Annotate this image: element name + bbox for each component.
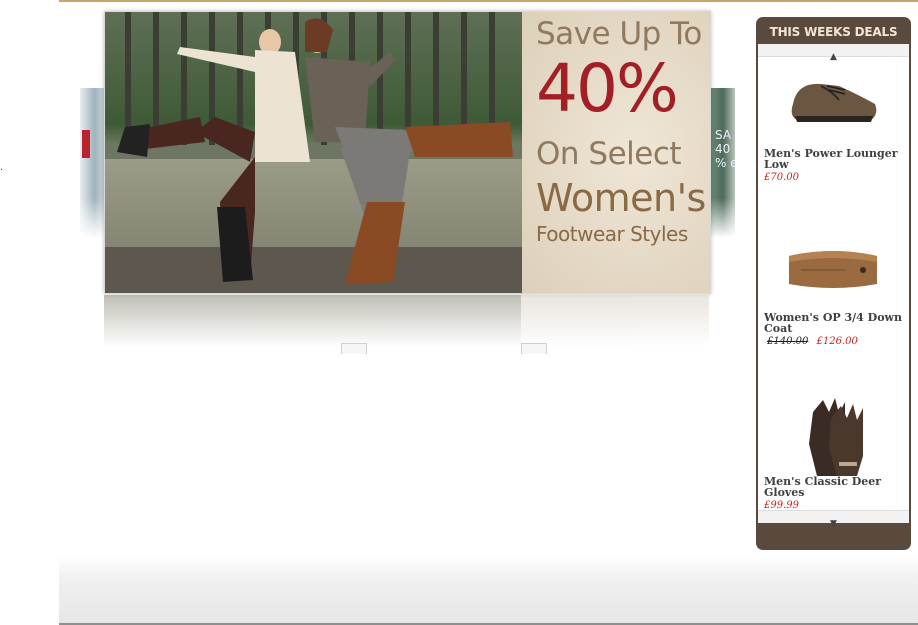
banner-line-percent: 40% <box>536 50 679 127</box>
banner-line-on-select: On Select <box>536 136 682 172</box>
deals-scroll-up-button[interactable]: ▲ <box>758 44 909 62</box>
deals-list: ▲ Men's Power Lounger Low £70.00 Women's… <box>758 44 909 529</box>
promo-carousel: SA 40 % e Save Up To 40% On Select Women… <box>80 8 735 354</box>
gloves-icon <box>809 398 863 476</box>
next-slide-thumbnail[interactable]: SA 40 % e <box>711 88 735 238</box>
shoe-icon <box>791 83 877 122</box>
deals-title: THIS WEEKS DEALS <box>769 25 898 39</box>
slide-red-accent <box>82 130 90 158</box>
top-rule <box>59 0 918 2</box>
deal-item[interactable]: Men's Power Lounger Low £70.00 <box>758 58 909 222</box>
prev-slide-thumbnail[interactable] <box>80 88 104 238</box>
carousel-next-button[interactable] <box>521 343 547 354</box>
weekly-deals-panel: THIS WEEKS DEALS ▲ Men's Power Lounger L… <box>756 17 911 550</box>
deal-item-name[interactable]: Men's Power Lounger Low <box>764 148 904 170</box>
main-banner-slide[interactable]: Save Up To 40% On Select Women's Footwea… <box>104 11 711 294</box>
carousel-prev-button[interactable] <box>341 343 367 354</box>
page-bottom-band <box>59 556 918 625</box>
deal-item-price: £126.00 <box>816 336 858 347</box>
deals-footer <box>756 523 911 550</box>
banner-line-save: Save Up To <box>536 16 702 52</box>
deal-item-old-price: £140.00 <box>767 336 809 347</box>
deal-item-price: £70.00 <box>764 172 799 183</box>
banner-ad-text-panel: Save Up To 40% On Select Women's Footwea… <box>522 12 710 293</box>
banner-reflection <box>104 295 709 347</box>
deal-item-name[interactable]: Men's Classic Deer Gloves <box>764 476 904 498</box>
next-slide-text: SA 40 % e <box>715 128 735 170</box>
belt-icon <box>789 251 877 288</box>
banner-line-footwear: Footwear Styles <box>536 222 688 246</box>
deals-scroll-down-button[interactable]: ▼ <box>758 510 909 529</box>
banner-line-womens: Women's <box>536 176 706 220</box>
deal-item-name[interactable]: Women's OP 3/4 Down Coat <box>764 312 904 334</box>
stray-mark: . <box>0 162 4 173</box>
banner-photo <box>105 12 522 293</box>
deal-item[interactable]: Women's OP 3/4 Down Coat £140.00 £126.00 <box>758 222 909 386</box>
models-illustration <box>117 18 513 284</box>
